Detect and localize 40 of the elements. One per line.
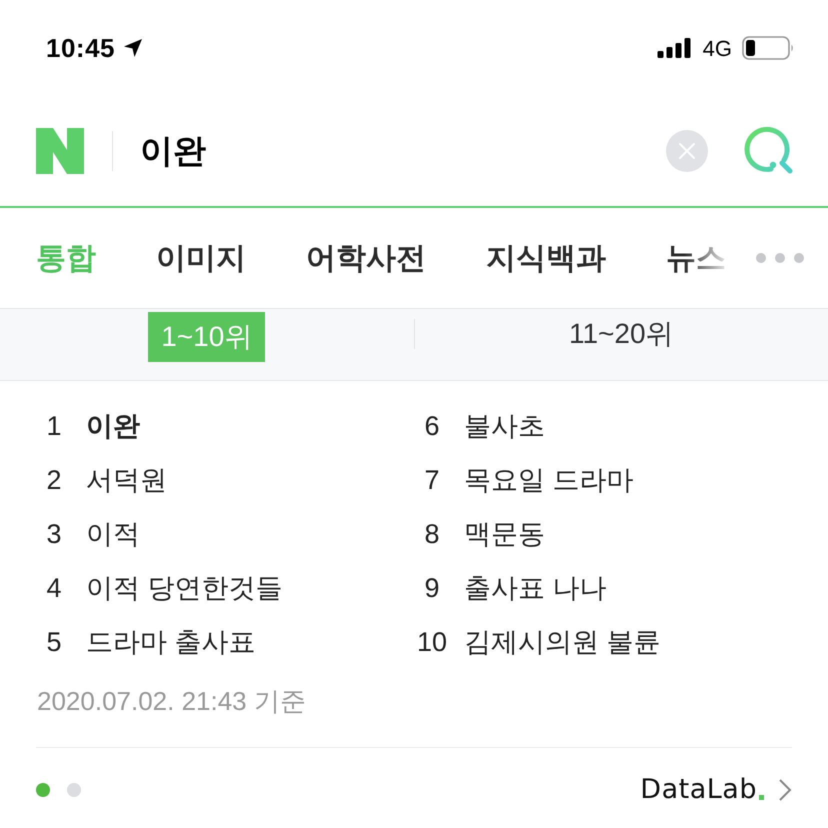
keyword-link[interactable]: 이적 [86, 514, 140, 554]
rank-number: 4 [45, 572, 63, 605]
more-icon [756, 253, 804, 263]
keyword-link[interactable]: 드라마 출사표 [86, 622, 256, 662]
rank-number: 1 [45, 410, 63, 443]
rank-number: 3 [45, 518, 63, 551]
timestamp-text: 2020.07.02. 21:43 기준 [37, 686, 306, 716]
status-time: 10:45 [46, 32, 115, 64]
network-label: 4G [702, 34, 732, 62]
category-tab[interactable]: 지식백과 [486, 236, 606, 280]
rank-number: 7 [423, 464, 441, 497]
keyword-link[interactable]: 김제시의원 불륜 [464, 622, 661, 662]
clear-button[interactable] [666, 130, 708, 172]
rank-range-tab[interactable]: 11~20위 [556, 309, 687, 359]
category-tab[interactable]: 어학사전 [306, 236, 426, 280]
close-icon [677, 141, 697, 161]
rank-number: 8 [423, 518, 441, 551]
rank-number: 5 [45, 626, 63, 659]
keyword-link[interactable]: 불사초 [464, 406, 545, 446]
search-query-text[interactable]: 이완 [140, 126, 206, 176]
signal-icon [656, 38, 691, 58]
keyword-link[interactable]: 이적 당연한것들 [86, 568, 283, 608]
keyword-link[interactable]: 맥문동 [464, 514, 545, 554]
rank-number: 10 [416, 626, 448, 659]
more-button[interactable] [756, 253, 804, 263]
rank-number: 2 [45, 464, 63, 497]
keyword-link[interactable]: 서덕원 [86, 460, 167, 500]
n-logo-icon [36, 128, 84, 174]
location-arrow-icon [123, 38, 143, 58]
category-tab[interactable]: 이미지 [156, 236, 246, 280]
page-indicator-dot[interactable] [36, 783, 50, 797]
chevron-right-icon [778, 778, 792, 802]
keyword-link[interactable]: 출사표 나나 [464, 568, 607, 608]
rank-number: 9 [423, 572, 441, 605]
page-indicator-dot[interactable] [67, 783, 81, 797]
battery-icon [742, 36, 794, 60]
rank-number: 6 [423, 410, 441, 443]
keyword-link[interactable]: 목요일 드라마 [464, 460, 634, 500]
keyword-link[interactable]: 이완 [86, 406, 140, 446]
datalab-link[interactable]: DataLab [640, 770, 757, 810]
